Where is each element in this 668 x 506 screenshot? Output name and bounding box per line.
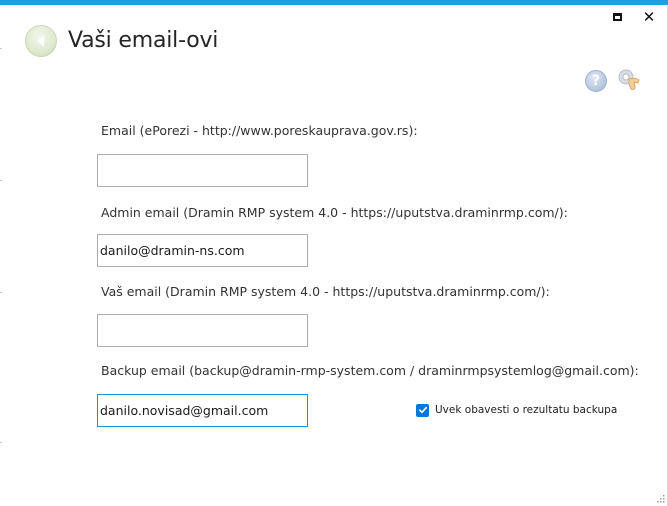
help-glyph: ? [591,73,601,89]
notify-backup-result-checkbox[interactable] [416,403,429,417]
maximize-button[interactable] [610,10,624,24]
close-button[interactable]: ✕ [642,7,656,26]
checkmark-icon [418,406,427,414]
backup-email-label: Backup email (backup@dramin-rmp-system.c… [101,363,639,378]
page-title: Vaši email-ovi [68,28,219,53]
maximize-icon [612,13,622,21]
settings-hand-glyph [618,69,640,90]
notify-backup-result-label: Uvek obavesti o rezultatu backupa [435,404,618,416]
window-controls: ✕ [610,7,656,26]
window-top-accent-strip [0,0,668,5]
admin-email-label: Admin email (Dramin RMP system 4.0 - htt… [101,205,568,220]
window-left-border [0,0,2,506]
settings-hand-icon[interactable] [617,68,643,94]
your-email-label: Vaš email (Dramin RMP system 4.0 - https… [101,284,550,299]
close-icon: ✕ [642,7,656,26]
notify-backup-result-option[interactable]: Uvek obavesti o rezultatu backupa [416,403,617,417]
eporezi-email-input[interactable] [97,154,308,187]
help-icon[interactable]: ? [585,70,607,92]
admin-email-input[interactable] [97,234,308,267]
back-arrow-icon [37,35,44,47]
back-button[interactable] [25,25,57,57]
resize-grip-icon[interactable] [655,493,665,503]
backup-email-input[interactable] [97,394,308,427]
eporezi-email-label: Email (ePorezi - http://www.poreskauprav… [101,123,418,138]
your-email-input[interactable] [97,314,308,347]
